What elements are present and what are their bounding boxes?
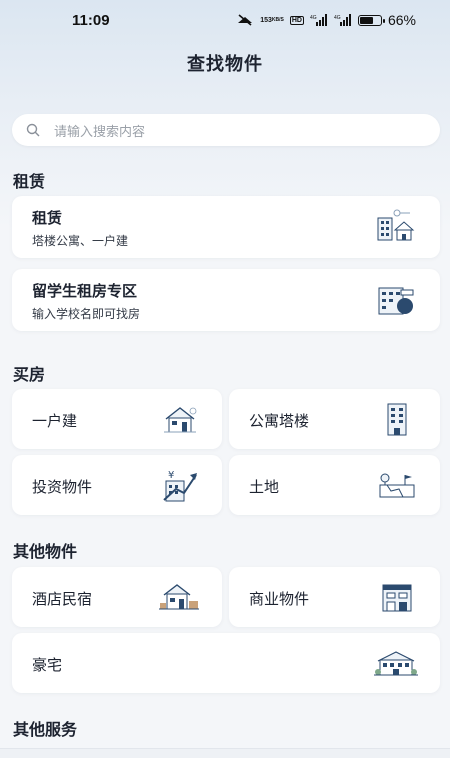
student-building-icon xyxy=(378,287,414,315)
card-tower-building-title: 公寓塔楼 xyxy=(249,412,310,430)
card-detached-house[interactable]: 一户建 xyxy=(12,389,222,449)
commercial-building-icon xyxy=(382,584,412,612)
card-student-rent-subtitle: 输入学校名即可找房 xyxy=(32,307,141,321)
status-time: 11:09 xyxy=(72,12,110,29)
section-title-other: 其他物件 xyxy=(13,542,78,561)
svg-text:¥: ¥ xyxy=(168,470,174,481)
svg-text:4G: 4G xyxy=(310,15,317,21)
battery-icon xyxy=(357,14,385,26)
section-title-rent: 租赁 xyxy=(13,172,46,191)
card-tower-building[interactable]: 公寓塔楼 xyxy=(229,389,440,449)
signal-2-icon: 4G xyxy=(334,14,352,26)
card-student-rent-title: 留学生租房专区 xyxy=(32,282,138,300)
tower-building-icon xyxy=(387,403,407,436)
section-title-services: 其他服务 xyxy=(13,720,78,739)
signal-1-icon: 4G xyxy=(310,14,328,26)
card-rent-title: 租赁 xyxy=(32,209,63,227)
detached-house-icon xyxy=(164,407,197,433)
search-icon xyxy=(26,123,40,137)
card-commercial[interactable]: 商业物件 xyxy=(229,567,440,627)
card-mansion-title: 豪宅 xyxy=(32,656,63,674)
card-commercial-title: 商业物件 xyxy=(249,590,310,608)
card-investment[interactable]: 投资物件 ¥ xyxy=(12,455,222,515)
land-icon xyxy=(379,473,415,498)
mansion-icon xyxy=(374,651,418,676)
do-not-disturb-icon xyxy=(236,14,254,26)
card-land-title: 土地 xyxy=(249,478,280,496)
card-mansion[interactable]: 豪宅 xyxy=(12,633,440,693)
battery-percent: 66% xyxy=(387,12,416,28)
page-title: 查找物件 xyxy=(187,54,263,75)
apartment-house-icon xyxy=(377,209,415,241)
investment-building-icon: ¥ xyxy=(163,470,197,502)
hotel-icon xyxy=(159,584,199,610)
card-hotel-title: 酒店民宿 xyxy=(32,590,93,608)
card-land[interactable]: 土地 xyxy=(229,455,440,515)
card-hotel[interactable]: 酒店民宿 xyxy=(12,567,222,627)
search-input[interactable]: 请输入搜索内容 xyxy=(54,121,145,140)
network-speed: 153 KB/S xyxy=(260,16,284,24)
card-rent-subtitle: 塔楼公寓、一户建 xyxy=(32,234,129,248)
svg-text:4G: 4G xyxy=(334,15,341,21)
bottom-edge xyxy=(0,748,450,758)
section-title-buy: 买房 xyxy=(13,365,46,384)
card-detached-house-title: 一户建 xyxy=(32,412,78,430)
hd-badge: HD xyxy=(289,15,304,25)
search-bar[interactable]: 请输入搜索内容 xyxy=(12,114,440,146)
card-investment-title: 投资物件 xyxy=(32,478,93,496)
status-bar: 11:09 153 KB/S HD 4G 4G 66% xyxy=(0,0,450,42)
card-student-rent[interactable]: 留学生租房专区 输入学校名即可找房 xyxy=(12,269,440,331)
card-rent[interactable]: 租赁 塔楼公寓、一户建 xyxy=(12,196,440,258)
status-icons: 153 KB/S HD 4G 4G 66% xyxy=(236,12,416,28)
